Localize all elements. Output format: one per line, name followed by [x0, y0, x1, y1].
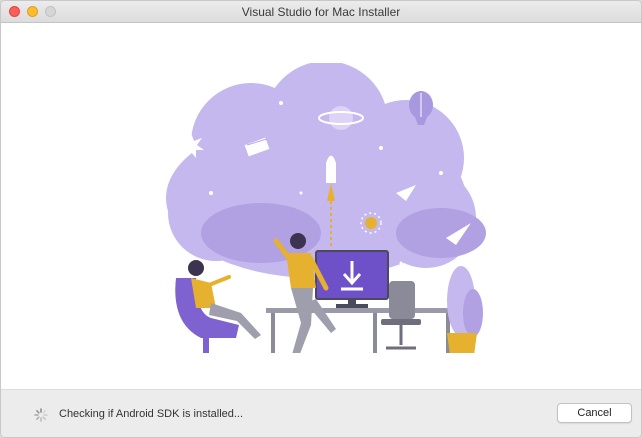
- title-bar: Visual Studio for Mac Installer: [1, 1, 641, 23]
- status-text: Checking if Android SDK is installed...: [59, 408, 244, 420]
- window-title: Visual Studio for Mac Installer: [241, 5, 401, 19]
- cancel-button[interactable]: Cancel: [557, 403, 632, 423]
- footer-bar: Checking if Android SDK is installed... …: [1, 389, 641, 437]
- installer-content: Checking if Android SDK is installed... …: [1, 23, 641, 437]
- installer-window: Visual Studio for Mac Installer Checking…: [0, 0, 642, 438]
- seated-person-icon: [175, 260, 261, 353]
- installer-illustration: [166, 63, 486, 353]
- plant-icon: [447, 266, 483, 353]
- spinner-icon: [34, 408, 48, 422]
